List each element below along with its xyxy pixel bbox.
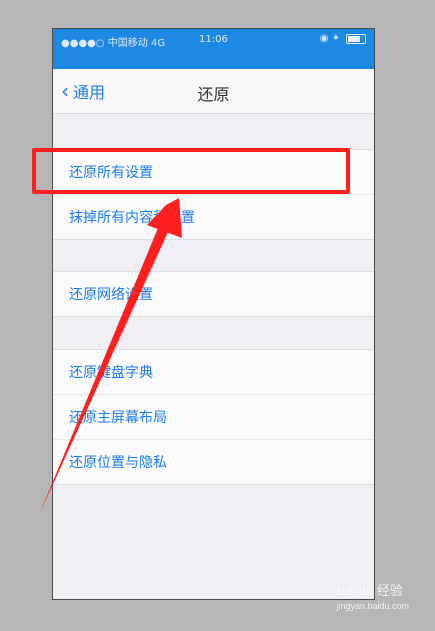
carrier-text: ●●●●○ 中国移动 4G bbox=[61, 38, 166, 49]
clock: 11:06 bbox=[199, 34, 228, 45]
navigation-bar: ‹ 通用 还原 bbox=[53, 69, 374, 114]
erase-all-content-item[interactable]: 抹掉所有内容和设置 bbox=[53, 195, 374, 239]
reset-network-settings-item[interactable]: 还原网络设置 bbox=[53, 272, 374, 316]
reset-location-privacy-item[interactable]: 还原位置与隐私 bbox=[53, 440, 374, 484]
status-indicators-icon: ◉ ✦ bbox=[319, 33, 340, 44]
page-title: 还原 bbox=[197, 85, 230, 104]
watermark-text: Bai du 经验 bbox=[336, 583, 403, 598]
reset-keyboard-dictionary-item[interactable]: 还原键盘字典 bbox=[53, 350, 374, 395]
settings-group-2: 还原网络设置 bbox=[53, 271, 374, 317]
carrier-info: ●●●●○ 中国移动 4G bbox=[61, 34, 165, 49]
highlight-box bbox=[32, 148, 350, 194]
reset-home-screen-layout-item[interactable]: 还原主屏幕布局 bbox=[53, 395, 374, 440]
phone-screen: ●●●●○ 中国移动 4G 11:06 ◉ ✦ ‹ 通用 还原 还原所有设置 抹… bbox=[52, 28, 375, 600]
watermark-subtext: jingyan.baidu.com bbox=[336, 601, 409, 611]
watermark: Bai du 经验 jingyan.baidu.com bbox=[336, 580, 409, 611]
battery-icon bbox=[346, 33, 366, 44]
status-icons: ◉ ✦ bbox=[320, 33, 366, 44]
settings-group-3: 还原键盘字典 还原主屏幕布局 还原位置与隐私 bbox=[53, 349, 374, 485]
status-bar: ●●●●○ 中国移动 4G 11:06 ◉ ✦ bbox=[53, 29, 374, 69]
